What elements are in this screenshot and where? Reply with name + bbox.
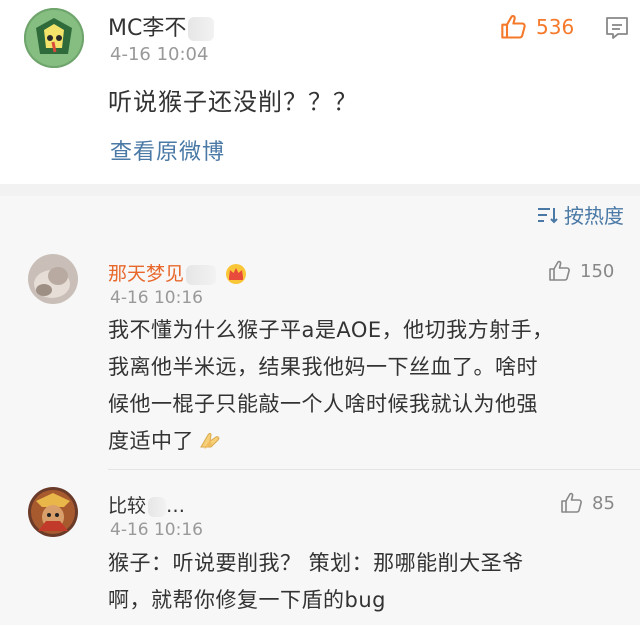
comment-like-count: 150	[580, 260, 615, 282]
pray-hands-emoji-icon	[200, 433, 220, 449]
comment-like-button[interactable]: 150	[548, 259, 614, 283]
avatar-image	[28, 487, 78, 537]
avatar-image	[24, 8, 84, 68]
comment-line: 我不懂为什么猴子平a是AOE，他切我方射手，	[108, 318, 554, 342]
post-like-button[interactable]: 536	[500, 13, 574, 41]
comment-like-button[interactable]: 85	[560, 491, 615, 515]
commenter-name[interactable]: 比较…	[108, 491, 185, 518]
sort-icon	[538, 207, 558, 223]
sort-label: 按热度	[564, 204, 624, 228]
post-username[interactable]: MC李不	[108, 10, 215, 42]
view-original-link[interactable]: 查看原微博	[110, 134, 225, 166]
post-like-count: 536	[536, 15, 575, 39]
crown-badge-icon	[226, 264, 247, 284]
comment-line: 候他一棍子只能敲一个人啥时候我就认为他强	[108, 392, 538, 416]
avatar[interactable]	[28, 487, 78, 537]
original-post: MC李不 4-16 10:04 536 听说猴子还没削？？？ 查看原微博	[0, 0, 640, 184]
thumbs-up-icon	[501, 15, 526, 39]
post-text: 听说猴子还没削？？？	[108, 88, 358, 116]
comment-separator	[108, 469, 640, 470]
comment-text: 猴子：听说要削我？ 策划：那哪能削大圣爷 啊，就帮你修复一下盾的bug	[108, 545, 524, 619]
comment-line: 我离他半米远，结果我他妈一下丝血了。啥时	[108, 355, 538, 379]
post-timestamp: 4-16 10:04	[110, 44, 209, 65]
thumbs-up-icon	[561, 492, 582, 513]
comment-timestamp: 4-16 10:16	[110, 288, 203, 308]
comment-menu-icon[interactable]	[604, 15, 630, 45]
comment-line: 猴子：听说要削我？ 策划：那哪能削大圣爷	[108, 551, 524, 575]
commenter-name[interactable]: 那天梦见	[108, 259, 248, 286]
thumbs-up-icon	[549, 260, 570, 281]
comment-text: 我不懂为什么猴子平a是AOE，他切我方射手， 我离他半米远，结果我他妈一下丝血了…	[108, 312, 554, 460]
comment-menu-glyph	[606, 17, 628, 39]
avatar-image	[28, 254, 78, 304]
avatar[interactable]	[24, 8, 84, 68]
avatar[interactable]	[28, 254, 78, 304]
comment-timestamp: 4-16 10:16	[110, 520, 203, 540]
sort-by-hot-button[interactable]: 按热度	[536, 200, 624, 229]
section-divider	[0, 184, 640, 196]
comment-like-count: 85	[592, 492, 615, 514]
comment-line: 啊，就帮你修复一下盾的bug	[108, 588, 386, 612]
blurred-name-part	[148, 496, 167, 517]
blurred-name-part	[188, 17, 215, 41]
comment-line-last: 度适中了	[108, 423, 554, 460]
blurred-name-part	[186, 264, 217, 285]
